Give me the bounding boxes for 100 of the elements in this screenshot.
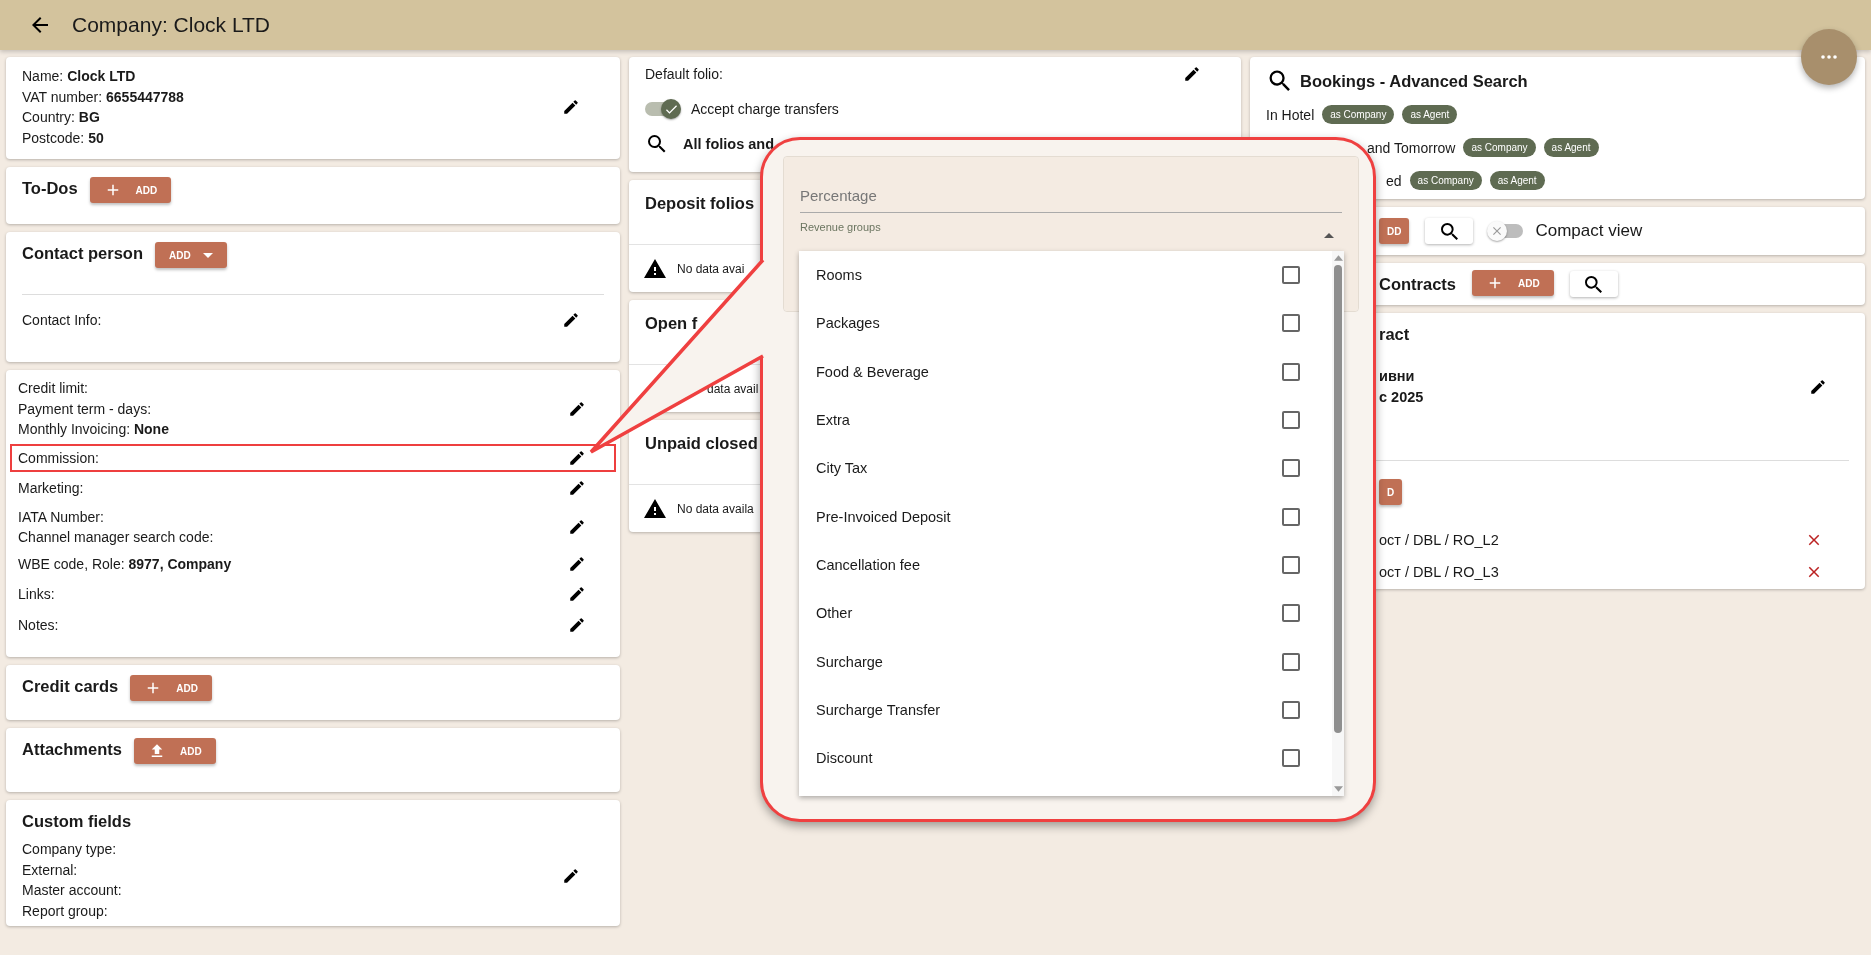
add-button[interactable]: ADD: [89, 177, 172, 203]
option-label[interactable]: Other: [816, 605, 853, 622]
search-link[interactable]: All folios and: [683, 136, 775, 152]
field-text: Marketing:: [18, 479, 85, 498]
checkbox[interactable]: [1282, 652, 1300, 671]
booking-filter-label: and Tomorrow: [1367, 139, 1456, 156]
edit-icon[interactable]: [568, 615, 586, 634]
option-label[interactable]: Rooms: [816, 267, 862, 284]
option-label[interactable]: City Tax: [816, 460, 868, 477]
edit-icon[interactable]: [562, 311, 580, 329]
contract-text: ивни: [1379, 367, 1416, 386]
checkbox[interactable]: [1282, 266, 1300, 285]
section-title: Contracts: [1379, 274, 1456, 294]
field-text: Report group:: [22, 901, 109, 921]
edit-icon[interactable]: [568, 554, 586, 573]
checkbox[interactable]: [1282, 749, 1300, 768]
filter-chip[interactable]: as Company: [1409, 171, 1482, 190]
option-label[interactable]: Packages: [816, 315, 880, 332]
option-label[interactable]: Cancellation fee: [816, 556, 920, 573]
field-text: Name: Clock LTD: [22, 67, 137, 86]
arrow-up-icon[interactable]: [1333, 255, 1343, 261]
search-icon: [1585, 275, 1603, 293]
add-button[interactable]: DD: [1379, 218, 1410, 244]
toggle-label: Accept charge transfers: [691, 101, 839, 117]
edit-icon[interactable]: [568, 448, 586, 467]
checkbox[interactable]: [1282, 507, 1300, 526]
edit-icon[interactable]: [1809, 378, 1827, 396]
field-text: Default folio:: [645, 66, 723, 82]
section-title: ract: [1379, 325, 1411, 344]
checkbox[interactable]: [1282, 411, 1300, 430]
checkbox[interactable]: [1282, 362, 1300, 381]
close-icon: [1493, 227, 1502, 235]
option-label[interactable]: Pre-Invoiced Deposit: [816, 508, 951, 525]
edit-icon[interactable]: [568, 585, 586, 604]
empty-message: No data avai: [677, 261, 745, 276]
option-label[interactable]: Discount: [816, 750, 873, 767]
field-text: Monthly Invoicing: None: [18, 420, 170, 439]
add-button[interactable]: D: [1379, 479, 1403, 505]
section-title: Open f: [645, 314, 698, 332]
section-title: To-Dos: [22, 179, 78, 198]
edit-icon[interactable]: [562, 867, 580, 885]
add-button[interactable]: ADD: [1472, 270, 1554, 296]
checkbox[interactable]: [1282, 459, 1300, 478]
field-text: IATA Number:: [18, 507, 105, 527]
percentage-field[interactable]: Percentage: [784, 157, 1358, 217]
field-text: Credit limit:: [18, 379, 89, 398]
search-button[interactable]: [1569, 271, 1618, 297]
filter-chip[interactable]: as Agent: [1543, 138, 1599, 157]
section-title: Credit cards: [22, 677, 119, 696]
add-button[interactable]: ADD: [133, 738, 216, 764]
toggle-label: Compact view: [1535, 221, 1643, 241]
option-label[interactable]: Extra: [816, 412, 850, 429]
field-text: Master account:: [22, 881, 123, 900]
checkbox[interactable]: [1282, 314, 1300, 333]
section-title: Bookings - Advanced Search: [1300, 71, 1528, 91]
field-text: External:: [22, 860, 79, 880]
checkbox[interactable]: [1282, 555, 1300, 574]
option-label[interactable]: Surcharge Transfer: [816, 701, 941, 718]
toggle-switch[interactable]: [645, 102, 679, 116]
rate-name: ост / DBL / RO_L2: [1379, 532, 1499, 548]
section-title: Unpaid closed: [645, 434, 758, 452]
field-text: Notes:: [18, 615, 60, 635]
field-text: Company type:: [22, 840, 118, 859]
filter-chip[interactable]: as Agent: [1402, 105, 1458, 124]
booking-filter-label: ed: [1386, 172, 1402, 189]
field-text: VAT number: 6655447788: [22, 87, 185, 107]
add-button[interactable]: ADD: [130, 675, 212, 701]
edit-icon[interactable]: [1183, 65, 1201, 83]
option-label[interactable]: Surcharge: [816, 653, 883, 670]
edit-icon[interactable]: [568, 518, 586, 536]
field-text: Country: BG: [22, 108, 101, 127]
field-text: Links:: [18, 585, 56, 604]
contract-text: с 2025: [1379, 388, 1424, 407]
filter-chip[interactable]: as Company: [1463, 138, 1536, 157]
filter-chip[interactable]: as Agent: [1489, 171, 1545, 190]
edit-icon[interactable]: [562, 98, 580, 116]
edit-icon[interactable]: [568, 399, 586, 418]
toggle-switch[interactable]: [1489, 224, 1524, 238]
section-title: Custom fields: [22, 812, 133, 831]
field-text: WBE code, Role: 8977, Company: [18, 554, 233, 574]
arrow-down-icon[interactable]: [1333, 786, 1343, 792]
field-text: Contact Info:: [22, 312, 102, 328]
field-text: Commission:: [18, 448, 100, 468]
section-title: Attachments: [22, 740, 122, 759]
section-title: Deposit folios: [645, 194, 755, 212]
checkbox[interactable]: [1282, 700, 1300, 719]
field-text: Postcode: 50: [22, 128, 105, 148]
search-button[interactable]: [1425, 218, 1474, 244]
scrollbar[interactable]: [1332, 251, 1344, 796]
filter-chip[interactable]: as Company: [1322, 105, 1395, 124]
caret-icon: [202, 252, 213, 258]
field-text: Payment term - days:: [18, 399, 153, 419]
option-label[interactable]: Food & Beverage: [816, 363, 929, 380]
edit-icon[interactable]: [568, 479, 586, 498]
checkbox[interactable]: [1282, 604, 1300, 623]
rate-name: ост / DBL / RO_L3: [1379, 564, 1499, 580]
section-title: Contact person: [22, 244, 143, 263]
field-text: Channel manager search code:: [18, 528, 215, 547]
check-icon: [665, 104, 677, 114]
add-button[interactable]: ADD: [155, 242, 227, 268]
